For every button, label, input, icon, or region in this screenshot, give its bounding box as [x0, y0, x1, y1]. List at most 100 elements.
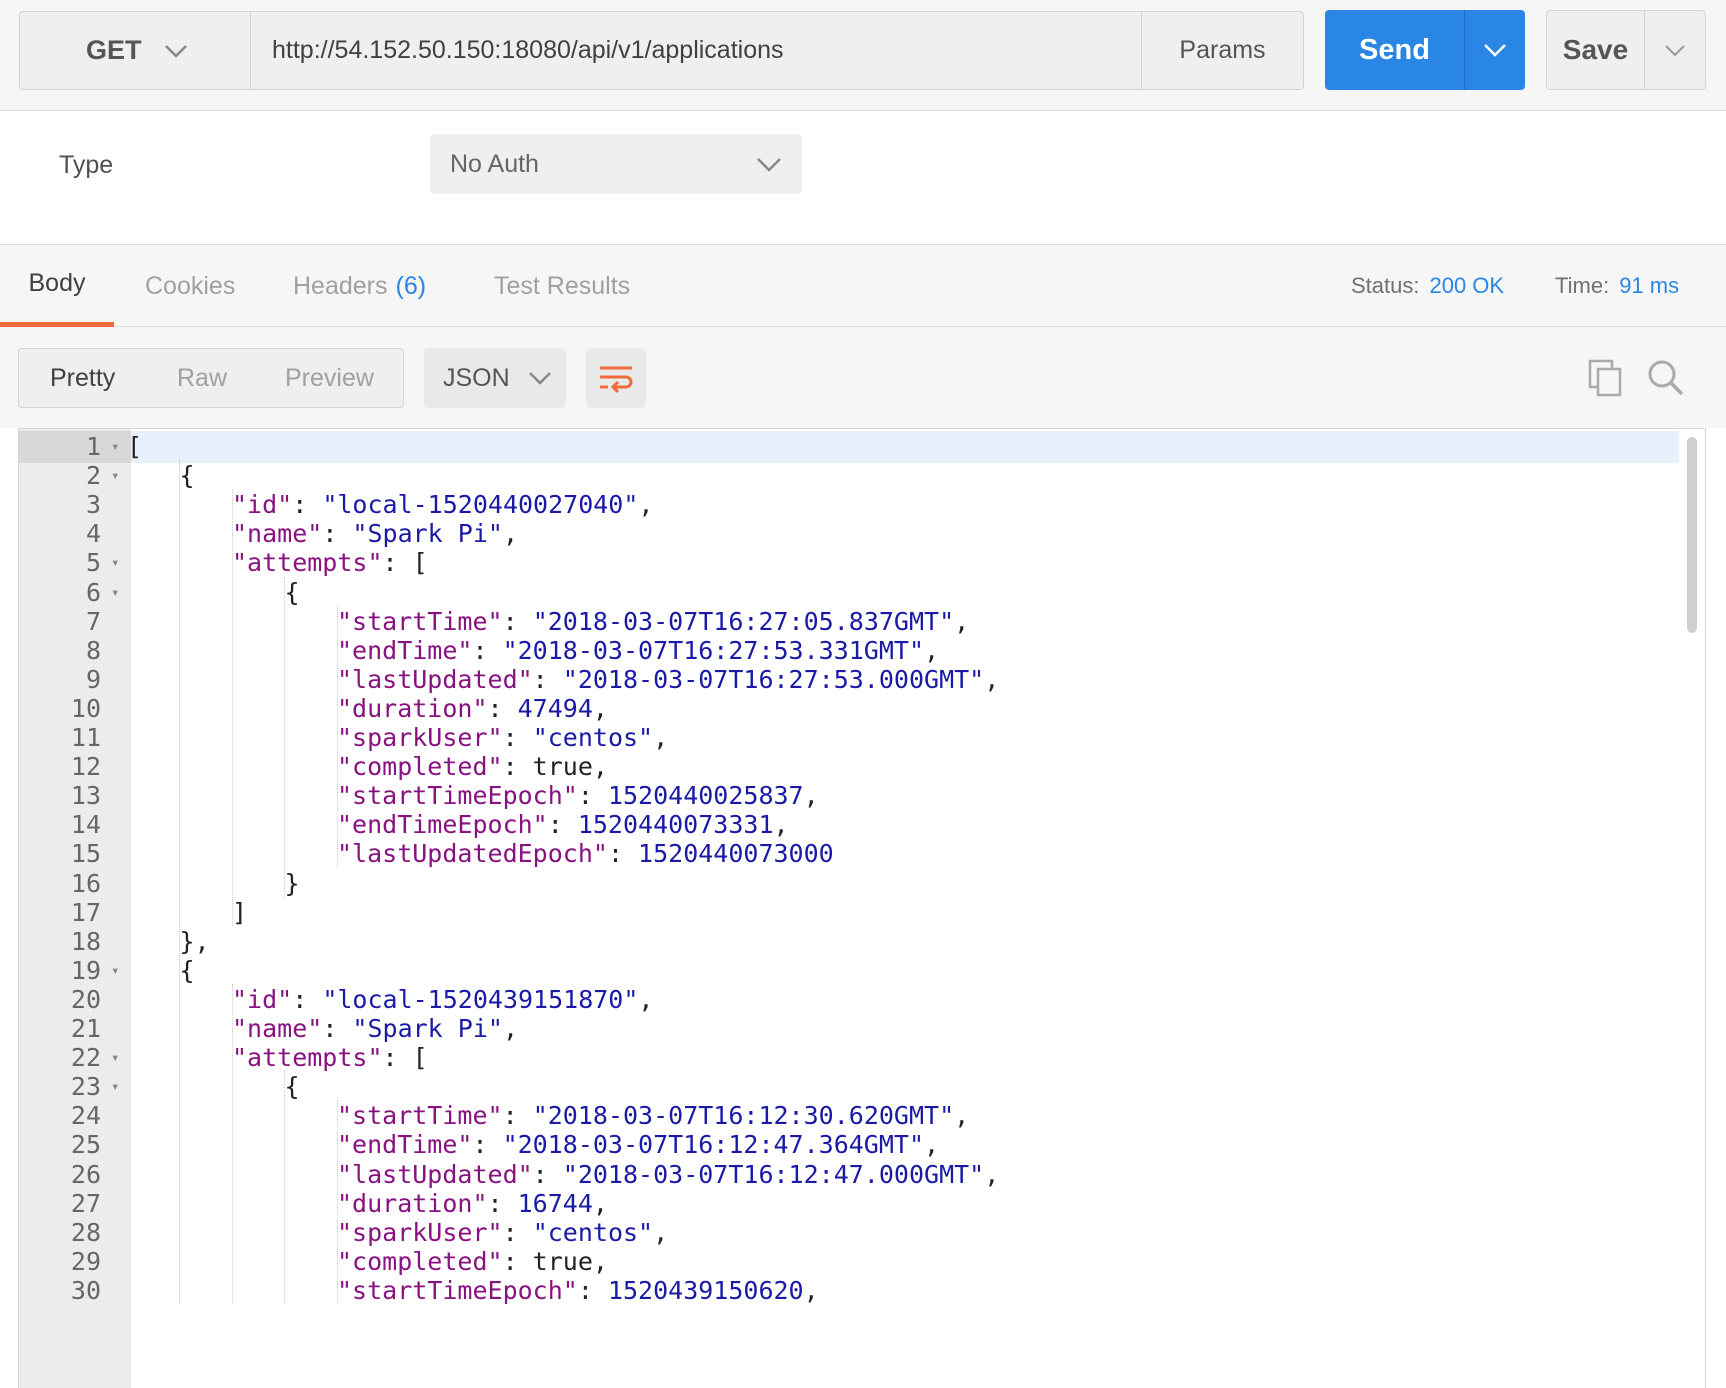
code-line: 5 ▾ "attempts": [	[19, 547, 1679, 579]
indent-guide	[179, 460, 180, 1304]
fold-arrow-icon[interactable]: ▾	[111, 431, 119, 463]
copy-icon[interactable]	[1588, 359, 1624, 397]
json-number: 16744	[517, 1188, 593, 1218]
code-text: "id": "local-1520440027040",	[232, 489, 653, 521]
code-line: 11 "sparkUser": "centos",	[19, 722, 1679, 754]
json-punct: ,	[954, 606, 970, 636]
json-key: "duration"	[337, 1188, 488, 1218]
json-punct: :	[532, 1159, 563, 1189]
json-string: "centos"	[532, 1217, 654, 1247]
auth-type-select[interactable]: No Auth	[430, 134, 802, 194]
chevron-down-icon	[1484, 44, 1506, 57]
raw-button[interactable]: Raw	[177, 364, 227, 393]
fold-arrow-icon[interactable]: ▾	[111, 955, 119, 987]
fold-arrow-icon[interactable]: ▾	[111, 460, 119, 492]
save-button-group: Save	[1546, 10, 1706, 90]
url-input[interactable]: http://54.152.50.150:18080/api/v1/applic…	[251, 11, 1141, 90]
code-line: 17]	[19, 897, 1679, 929]
status-value: 200 OK	[1429, 273, 1505, 298]
json-punct: :	[502, 723, 533, 752]
send-button[interactable]: Send	[1325, 10, 1464, 90]
json-punct: ,	[924, 635, 940, 665]
json-key: "sparkUser"	[337, 1217, 503, 1247]
json-number: 1520440073331	[577, 810, 774, 840]
response-tabs: Body Cookies Headers (6) Test Results Sta…	[0, 245, 1726, 327]
json-punct: :	[577, 1275, 608, 1305]
json-punct: :	[472, 635, 503, 665]
tab-headers[interactable]: Headers (6)	[293, 245, 426, 327]
tab-body[interactable]: Body	[0, 245, 114, 327]
line-number: 21	[70, 1014, 101, 1043]
json-punct: :	[472, 1130, 503, 1160]
tab-cookies[interactable]: Cookies	[145, 245, 235, 327]
json-key: "completed"	[337, 1246, 503, 1276]
code-text: "sparkUser": "centos",	[337, 722, 668, 754]
code-line: 9 "lastUpdated": "2018-03-07T16:27:53.000…	[19, 664, 1679, 696]
line-number: 24	[70, 1101, 101, 1131]
status-indicator: Status: 200 OK	[1351, 245, 1504, 327]
json-string: "centos"	[532, 723, 654, 752]
json-punct: :	[502, 606, 533, 636]
code-line: 6 ▾ {	[19, 577, 1679, 609]
fold-arrow-icon[interactable]: ▾	[111, 547, 119, 579]
json-punct: [	[127, 432, 143, 461]
wrap-lines-button[interactable]	[586, 348, 646, 408]
json-string: "2018-03-07T16:12:47.000GMT"	[562, 1159, 985, 1189]
time-indicator: Time: 91 ms	[1555, 245, 1679, 327]
search-icon[interactable]	[1647, 359, 1685, 397]
json-punct: :	[487, 1188, 518, 1218]
format-value: JSON	[443, 363, 510, 392]
json-punct: :	[487, 693, 518, 723]
fold-arrow-icon[interactable]: ▾	[111, 577, 119, 609]
indent-guide	[336, 605, 338, 868]
json-punct: ,	[954, 1101, 970, 1131]
auth-type-label: Type	[59, 151, 114, 179]
view-mode-group: Pretty Raw Preview	[18, 348, 404, 408]
preview-button[interactable]: Preview	[285, 364, 374, 393]
json-punct: ,	[803, 781, 819, 811]
json-punct: {	[179, 461, 195, 491]
json-number: 1520440025837	[607, 781, 804, 811]
response-body-editor[interactable]: 1 ▾[2 ▾{3 "id": "local-1520440027040", 4 "nam…	[18, 428, 1706, 1388]
auth-panel: Type No Auth	[0, 111, 1726, 245]
save-options-button[interactable]	[1645, 11, 1705, 89]
json-key: "duration"	[337, 693, 488, 723]
line-number: 17	[70, 897, 101, 927]
json-punct: ,	[502, 519, 518, 549]
format-select[interactable]: JSON	[424, 348, 566, 408]
params-button[interactable]: Params	[1141, 11, 1304, 90]
json-string: "Spark Pi"	[352, 1014, 503, 1043]
tab-test-results-label: Test Results	[494, 271, 631, 300]
indent-guide	[231, 489, 233, 926]
json-key: "attempts"	[232, 1043, 383, 1073]
json-key: "lastUpdatedEpoch"	[337, 839, 608, 869]
json-key: "name"	[232, 1014, 323, 1043]
code-line: 8 "endTime": "2018-03-07T16:27:53.331GMT"…	[19, 635, 1679, 667]
fold-arrow-icon[interactable]: ▾	[111, 1071, 119, 1103]
json-key: "name"	[232, 519, 323, 549]
fold-arrow-icon[interactable]: ▾	[111, 1042, 119, 1074]
pretty-button[interactable]: Pretty	[50, 364, 115, 393]
code-text: ]	[232, 897, 247, 929]
json-punct: ,	[653, 1217, 669, 1247]
json-number: 47494	[517, 693, 593, 723]
tab-test-results[interactable]: Test Results	[494, 245, 630, 327]
code-line: 13 "startTimeEpoch": 1520440025837,	[19, 780, 1679, 812]
code-text: {	[285, 1071, 300, 1103]
line-number: 8	[85, 635, 101, 665]
code-text: "completed": true,	[337, 751, 608, 783]
tab-headers-label: Headers	[293, 271, 388, 300]
json-punct: ]	[232, 897, 248, 927]
save-button[interactable]: Save	[1547, 11, 1644, 89]
code-text: "duration": 47494,	[337, 693, 608, 725]
send-options-button[interactable]	[1465, 10, 1525, 90]
code-text: }	[285, 868, 300, 900]
line-number: 12	[70, 752, 101, 782]
json-punct: ,	[502, 1014, 518, 1043]
line-number: 25	[70, 1130, 101, 1160]
line-number: 9	[85, 664, 101, 694]
headers-count-badge: (6)	[395, 271, 427, 300]
method-dropdown[interactable]: GET	[19, 11, 251, 90]
code-line: 24 "startTime": "2018-03-07T16:12:30.620G…	[19, 1100, 1679, 1132]
vertical-scrollbar[interactable]	[1687, 437, 1697, 633]
